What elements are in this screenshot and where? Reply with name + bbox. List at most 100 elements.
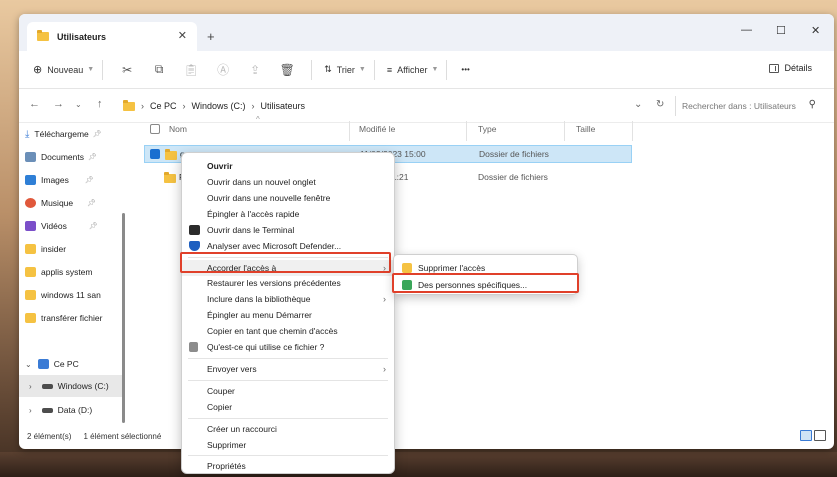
address-dropdown-icon[interactable]: ⌄: [634, 99, 642, 110]
tab-close-icon[interactable]: ✕: [178, 29, 187, 42]
sidebar-item-this-pc[interactable]: ⌄ Ce PC: [25, 355, 79, 373]
more-options-button[interactable]: •••: [461, 65, 469, 74]
videos-icon: [25, 221, 36, 231]
recent-locations-icon[interactable]: ⌄: [75, 100, 82, 109]
details-view-icon[interactable]: [800, 430, 812, 441]
sidebar-item-images[interactable]: Images 📌︎: [25, 171, 94, 189]
menu-item-cut[interactable]: Couper: [182, 383, 394, 399]
pc-icon: [37, 359, 49, 369]
menu-item-send-to[interactable]: Envoyer vers ›: [182, 361, 394, 377]
pin-icon: 📌︎: [87, 200, 97, 207]
menu-item-label: Couper: [207, 386, 235, 396]
menu-item-pin-start[interactable]: Épingler au menu Démarrer: [182, 307, 394, 323]
sidebar-item-downloads[interactable]: ⤓ Téléchargeme 📌︎: [25, 125, 102, 143]
column-modified[interactable]: Modifié le: [359, 124, 395, 134]
chevron-right-icon: ›: [141, 101, 144, 111]
sidebar-item-transferer[interactable]: transférer fichier: [25, 309, 102, 327]
refresh-icon[interactable]: ↻: [656, 99, 664, 110]
details-button[interactable]: Détails: [769, 63, 812, 73]
menu-item-label: Inclure dans la bibliothèque: [207, 294, 311, 304]
navigation-pane: ⤓ Téléchargeme 📌︎ Documents 📌︎ Images 📌︎…: [19, 123, 125, 431]
menu-item-open-new-window[interactable]: Ouvrir dans une nouvelle fenêtre: [182, 190, 394, 206]
breadcrumb-item[interactable]: Windows (C:): [192, 101, 246, 111]
tiles-view-icon[interactable]: [814, 430, 826, 441]
highlight-give-access: [180, 252, 391, 273]
rename-icon[interactable]: Ⓐ: [207, 61, 239, 78]
menu-item-copy-path[interactable]: Copier en tant que chemin d'accès: [182, 323, 394, 339]
sidebar-item-videos[interactable]: Vidéos 📌︎: [25, 217, 98, 235]
delete-icon[interactable]: 🗑︎: [271, 63, 303, 77]
menu-item-open[interactable]: Ouvrir: [182, 158, 394, 174]
file-explorer-window: Utilisateurs ✕ + — ☐ ✕ ⊕ Nouveau ▼ ✂ ⧉ 📋…: [19, 14, 834, 449]
column-type[interactable]: Type: [478, 124, 496, 134]
menu-item-open-terminal[interactable]: Ouvrir dans le Terminal: [182, 222, 394, 238]
images-icon: [25, 175, 36, 185]
sidebar-scrollbar[interactable]: [122, 213, 125, 423]
new-tab-button[interactable]: +: [207, 29, 215, 44]
menu-item-copy[interactable]: Copier: [182, 399, 394, 415]
forward-icon[interactable]: →: [53, 98, 64, 110]
share-icon[interactable]: ⇪: [239, 63, 271, 77]
menu-item-open-new-tab[interactable]: Ouvrir dans un nouvel onglet: [182, 174, 394, 190]
copy-icon[interactable]: ⧉: [143, 62, 175, 77]
sort-button[interactable]: ⇅ Trier ▼: [324, 64, 366, 75]
view-label: Afficher: [397, 64, 428, 75]
sidebar-item-insider[interactable]: insider: [25, 240, 66, 258]
sidebar-item-label: Images: [41, 175, 69, 185]
title-bar: Utilisateurs ✕ + — ☐ ✕: [19, 14, 834, 51]
up-icon[interactable]: ↑: [97, 98, 103, 110]
folder-icon: [25, 267, 36, 277]
sidebar-item-music[interactable]: Musique 📌︎: [25, 194, 96, 212]
chevron-right-icon: ›: [383, 294, 386, 304]
menu-item-delete[interactable]: Supprimer: [182, 437, 394, 453]
tab-utilisateurs[interactable]: Utilisateurs ✕: [27, 22, 197, 51]
maximize-button[interactable]: ☐: [776, 24, 786, 37]
music-icon: [25, 198, 36, 208]
sidebar-item-drive-d[interactable]: › Data (D:): [25, 401, 92, 419]
menu-item-label: Supprimer: [207, 440, 247, 450]
breadcrumb[interactable]: › Ce PC › Windows (C:) › Utilisateurs: [123, 96, 678, 116]
menu-item-label: Supprimer l'accès: [418, 263, 486, 273]
menu-item-label: Copier: [207, 402, 233, 412]
menu-divider: [188, 455, 388, 456]
column-divider[interactable]: [349, 121, 350, 141]
sort-icon: ⇅: [324, 64, 332, 74]
sidebar-item-label: Documents: [41, 152, 84, 162]
select-all-checkbox[interactable]: [150, 124, 160, 134]
view-button[interactable]: ≡ Afficher ▼: [387, 65, 439, 75]
column-size[interactable]: Taille: [576, 124, 595, 134]
row-checkbox[interactable]: [150, 149, 160, 159]
menu-item-label: Restaurer les versions précédentes: [207, 278, 341, 288]
column-divider[interactable]: [466, 121, 467, 141]
column-name[interactable]: Nom: [169, 124, 187, 134]
sidebar-item-documents[interactable]: Documents 📌︎: [25, 148, 97, 166]
sidebar-item-windows-11[interactable]: windows 11 san: [25, 286, 101, 304]
menu-item-properties[interactable]: Propriétés: [182, 458, 394, 474]
drive-icon: [41, 383, 53, 389]
search-input[interactable]: Rechercher dans : Utilisateurs ⚲: [675, 96, 820, 116]
breadcrumb-item[interactable]: Utilisateurs: [261, 101, 306, 111]
search-placeholder: Rechercher dans : Utilisateurs: [682, 101, 796, 111]
menu-item-label: Qu'est-ce qui utilise ce fichier ?: [207, 342, 325, 352]
menu-item-create-shortcut[interactable]: Créer un raccourci: [182, 421, 394, 437]
menu-item-label: Envoyer vers: [207, 364, 257, 374]
sidebar-item-drive-c[interactable]: › Windows (C:): [25, 377, 109, 395]
menu-item-what-uses-file[interactable]: Qu'est-ce qui utilise ce fichier ?: [182, 339, 394, 355]
sidebar-item-label: applis system: [41, 267, 93, 277]
column-divider[interactable]: [564, 121, 565, 141]
menu-item-include-library[interactable]: Inclure dans la bibliothèque ›: [182, 291, 394, 307]
paste-icon[interactable]: 📋︎: [175, 63, 207, 77]
menu-item-pin-quick-access[interactable]: Épingler à l'accès rapide: [182, 206, 394, 222]
close-window-button[interactable]: ✕: [811, 24, 820, 37]
breadcrumb-item[interactable]: Ce PC: [150, 101, 177, 111]
menu-item-restore-versions[interactable]: Restaurer les versions précédentes: [182, 275, 394, 291]
cut-icon[interactable]: ✂: [111, 63, 143, 77]
sidebar-item-applis-system[interactable]: applis system: [25, 263, 93, 281]
column-divider[interactable]: [632, 121, 633, 141]
new-button[interactable]: ⊕ Nouveau ▼: [33, 63, 94, 76]
documents-icon: [25, 152, 36, 162]
back-icon[interactable]: ←: [29, 98, 40, 110]
minimize-button[interactable]: —: [741, 24, 752, 36]
sidebar-item-label: Téléchargeme: [34, 129, 89, 139]
menu-divider: [188, 380, 388, 381]
